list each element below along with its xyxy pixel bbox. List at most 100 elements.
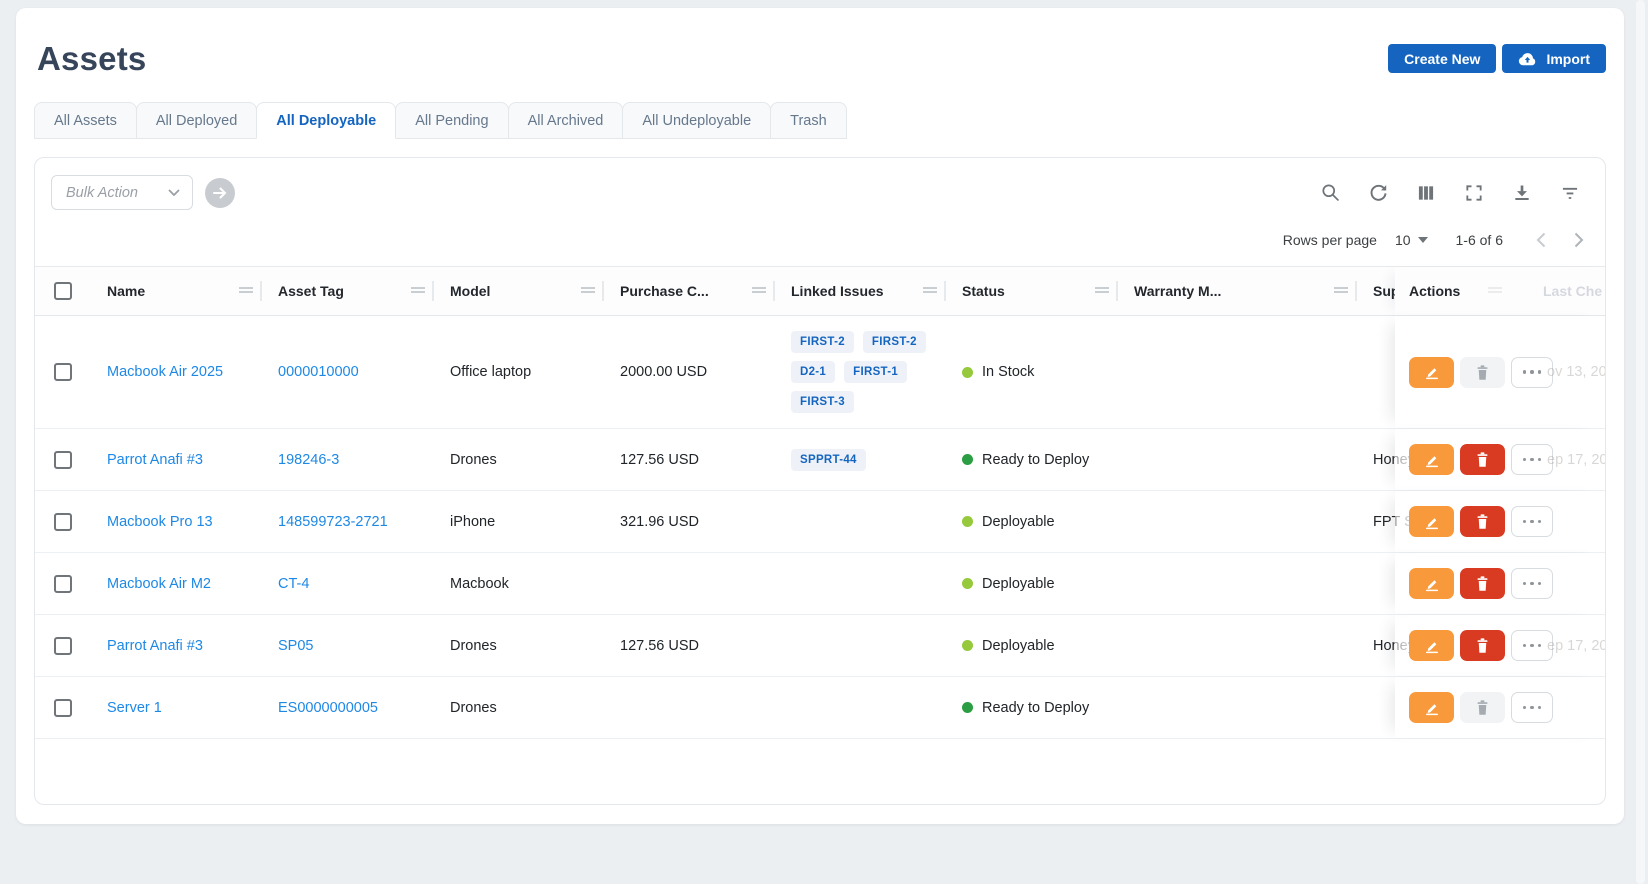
name-cell: Macbook Pro 13: [91, 504, 262, 540]
delete-button[interactable]: [1460, 444, 1505, 475]
asset-tag-link[interactable]: SP05: [278, 638, 313, 654]
delete-button[interactable]: [1460, 630, 1505, 661]
row-checkbox[interactable]: [54, 637, 72, 655]
row-checkbox[interactable]: [54, 699, 72, 717]
asset-name-link[interactable]: Parrot Anafi #3: [107, 452, 203, 468]
edit-button[interactable]: [1409, 630, 1454, 661]
column-header-purchase-c[interactable]: Purchase C...: [604, 267, 775, 315]
status-label: Deployable: [982, 514, 1055, 530]
linked-issue-badge[interactable]: FIRST-2: [863, 331, 926, 353]
column-header-model[interactable]: Model: [434, 267, 604, 315]
sort-handle-icon[interactable]: [751, 282, 767, 300]
model-cell: Drones: [434, 442, 604, 478]
row-checkbox[interactable]: [54, 513, 72, 531]
more-actions-button[interactable]: [1511, 357, 1553, 388]
tab-all-pending[interactable]: All Pending: [395, 102, 508, 139]
table-footer-spacer: [35, 739, 1605, 791]
sort-handle-icon[interactable]: [580, 282, 596, 300]
row-select-cell: [35, 513, 91, 531]
column-header-asset-tag[interactable]: Asset Tag: [262, 267, 434, 315]
create-new-button[interactable]: Create New: [1388, 44, 1496, 73]
cloud-upload-icon: [1518, 51, 1537, 66]
asset-tag-cell: CT-4: [262, 566, 434, 602]
actions-header-panel: ActionsLast Che: [1395, 267, 1605, 315]
linked-issue-badge[interactable]: D2-1: [791, 361, 835, 383]
edit-button[interactable]: [1409, 357, 1454, 388]
asset-tag-link[interactable]: ES0000000005: [278, 700, 378, 716]
linked-issue-badge[interactable]: FIRST-2: [791, 331, 854, 353]
table-panel: Bulk Action: [34, 157, 1606, 805]
rows-per-page-select[interactable]: 10: [1395, 232, 1428, 248]
column-header-linked-issues[interactable]: Linked Issues: [775, 267, 946, 315]
row-checkbox[interactable]: [54, 575, 72, 593]
page-scrollbar[interactable]: [1636, 0, 1645, 884]
import-button[interactable]: Import: [1502, 44, 1606, 73]
delete-button[interactable]: [1460, 692, 1505, 723]
model-cell: Drones: [434, 628, 604, 664]
refresh-icon[interactable]: [1361, 178, 1395, 208]
delete-button[interactable]: [1460, 357, 1505, 388]
asset-name-link[interactable]: Macbook Air M2: [107, 576, 211, 592]
edit-button[interactable]: [1409, 444, 1454, 475]
search-icon[interactable]: [1313, 178, 1347, 208]
tab-all-archived[interactable]: All Archived: [508, 102, 624, 139]
row-actions-panel: ep 17, 20: [1395, 429, 1605, 490]
sort-handle-icon[interactable]: [410, 282, 426, 300]
tab-all-undeployable[interactable]: All Undeployable: [622, 102, 771, 139]
sort-handle-icon[interactable]: [922, 282, 938, 300]
more-actions-button[interactable]: [1511, 506, 1553, 537]
linked-issue-badge[interactable]: FIRST-1: [844, 361, 907, 383]
filter-icon[interactable]: [1553, 178, 1587, 208]
next-page-button[interactable]: [1565, 226, 1593, 254]
tab-all-deployed[interactable]: All Deployed: [136, 102, 257, 139]
table-row: Macbook Air M2CT-4MacbookDeployable: [35, 553, 1605, 615]
row-checkbox[interactable]: [54, 363, 72, 381]
column-header-status[interactable]: Status: [946, 267, 1118, 315]
column-header-label: Status: [962, 283, 1005, 299]
tab-all-assets[interactable]: All Assets: [34, 102, 137, 139]
asset-tag-link[interactable]: CT-4: [278, 576, 309, 592]
edit-button[interactable]: [1409, 568, 1454, 599]
asset-name-link[interactable]: Macbook Pro 13: [107, 514, 213, 530]
more-actions-button[interactable]: [1511, 630, 1553, 661]
asset-tag-link[interactable]: 198246-3: [278, 452, 339, 468]
column-header-name[interactable]: Name: [91, 267, 262, 315]
download-icon[interactable]: [1505, 178, 1539, 208]
linked-issues-cell: [775, 693, 946, 723]
ghost-last-checkout-header: Last Che: [1543, 283, 1602, 299]
more-actions-button[interactable]: [1511, 444, 1553, 475]
asset-tag-link[interactable]: 0000010000: [278, 364, 359, 380]
asset-name-link[interactable]: Parrot Anafi #3: [107, 638, 203, 654]
asset-name-link[interactable]: Macbook Air 2025: [107, 364, 223, 380]
delete-button[interactable]: [1460, 506, 1505, 537]
arrow-right-icon: [213, 187, 227, 199]
table-row: Parrot Anafi #3198246-3Drones127.56 USDS…: [35, 429, 1605, 491]
delete-button[interactable]: [1460, 568, 1505, 599]
asset-name-link[interactable]: Server 1: [107, 700, 162, 716]
sort-handle-icon[interactable]: [238, 282, 254, 300]
edit-button[interactable]: [1409, 692, 1454, 723]
status-label: Deployable: [982, 638, 1055, 654]
bulk-action-group: Bulk Action: [51, 175, 235, 210]
pagination: Rows per page 10 1-6 of 6: [35, 224, 1605, 266]
purchase-cost-cell: [604, 574, 775, 594]
bulk-action-select[interactable]: Bulk Action: [51, 175, 193, 210]
linked-issue-badge[interactable]: FIRST-3: [791, 391, 854, 413]
previous-page-button[interactable]: [1527, 226, 1555, 254]
column-header-warranty-m[interactable]: Warranty M...: [1118, 267, 1357, 315]
tab-all-deployable[interactable]: All Deployable: [256, 102, 396, 139]
edit-button[interactable]: [1409, 506, 1454, 537]
bulk-action-go-button[interactable]: [205, 178, 235, 208]
asset-tag-link[interactable]: 148599723-2721: [278, 514, 388, 530]
more-actions-button[interactable]: [1511, 692, 1553, 723]
linked-issue-badge[interactable]: SPPRT-44: [791, 449, 866, 471]
more-actions-button[interactable]: [1511, 568, 1553, 599]
columns-icon[interactable]: [1409, 178, 1443, 208]
select-all-checkbox[interactable]: [54, 282, 72, 300]
tab-trash[interactable]: Trash: [770, 102, 847, 139]
model-cell: Macbook: [434, 566, 604, 602]
sort-handle-icon[interactable]: [1094, 282, 1110, 300]
fullscreen-icon[interactable]: [1457, 178, 1491, 208]
sort-handle-icon[interactable]: [1333, 282, 1349, 300]
row-checkbox[interactable]: [54, 451, 72, 469]
